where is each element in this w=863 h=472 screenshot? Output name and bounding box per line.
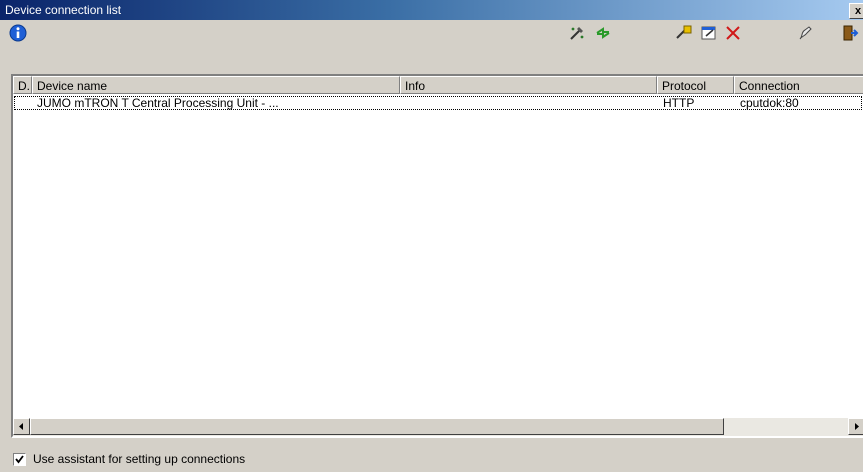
cell-info <box>405 97 655 111</box>
add-device-button[interactable] <box>672 21 696 45</box>
device-list[interactable]: D. Device name Info Protocol Connection … <box>11 74 863 438</box>
delete-icon <box>726 26 740 40</box>
assistant-checkbox[interactable] <box>13 452 26 466</box>
scrollbar-thumb[interactable] <box>30 418 724 435</box>
horizontal-scrollbar[interactable] <box>13 418 863 436</box>
connect-button[interactable] <box>793 21 817 45</box>
scroll-right-button[interactable] <box>848 418 863 435</box>
column-header-d[interactable]: D. <box>13 76 32 94</box>
column-header-device-name[interactable]: Device name <box>32 76 400 94</box>
column-header-protocol[interactable]: Protocol <box>657 76 734 94</box>
table-row[interactable]: JUMO mTRON T Central Processing Unit - .… <box>14 96 862 110</box>
column-header-connection[interactable]: Connection <box>734 76 863 94</box>
info-icon <box>9 24 27 42</box>
refresh-icon <box>596 27 610 39</box>
scan-devices-icon <box>570 27 584 40</box>
list-header: D. Device name Info Protocol Connection <box>13 76 863 94</box>
cell-device-name: JUMO mTRON T Central Processing Unit - .… <box>37 97 279 110</box>
assistant-checkbox-label: Use assistant for setting up connections <box>33 452 246 466</box>
cell-protocol: HTTP <box>663 97 695 110</box>
column-header-info[interactable]: Info <box>400 76 657 94</box>
properties-button[interactable] <box>697 21 721 45</box>
connect-icon <box>799 26 812 40</box>
arrow-right-icon <box>855 423 859 430</box>
assistant-option[interactable]: Use assistant for setting up connections <box>13 451 245 467</box>
arrow-left-icon <box>19 423 23 430</box>
title-bar: Device connection list x <box>0 0 863 20</box>
scan-devices-button[interactable] <box>565 21 589 45</box>
exit-button[interactable] <box>838 21 862 45</box>
info-button[interactable] <box>6 21 30 45</box>
delete-button[interactable] <box>721 21 745 45</box>
refresh-button[interactable] <box>591 21 615 45</box>
scroll-left-button[interactable] <box>13 418 30 435</box>
cell-d <box>18 97 32 111</box>
properties-icon <box>701 26 716 40</box>
add-device-icon <box>676 25 692 39</box>
cell-connection: cputdok:80 <box>740 97 799 110</box>
checkmark-icon <box>15 454 24 463</box>
exit-icon <box>843 25 859 41</box>
close-button[interactable]: x <box>849 3 863 19</box>
window-title: Device connection list <box>5 3 122 17</box>
